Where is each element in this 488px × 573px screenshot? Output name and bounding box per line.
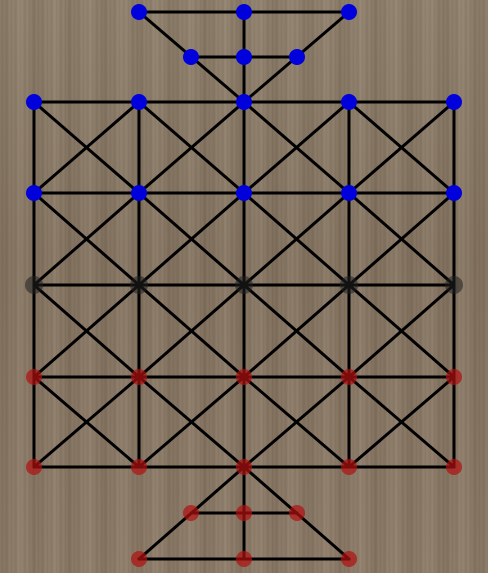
red-piece[interactable]: [341, 551, 357, 567]
red-piece[interactable]: [26, 459, 42, 475]
blue-piece[interactable]: [26, 94, 42, 110]
red-piece[interactable]: [131, 459, 147, 475]
blue-piece[interactable]: [131, 185, 147, 201]
blue-piece[interactable]: [236, 185, 252, 201]
blue-piece[interactable]: [446, 185, 462, 201]
red-piece[interactable]: [131, 369, 147, 385]
red-piece[interactable]: [341, 459, 357, 475]
empty-point[interactable]: [340, 276, 358, 294]
game-board: [0, 0, 488, 573]
red-piece[interactable]: [341, 369, 357, 385]
blue-piece[interactable]: [131, 4, 147, 20]
blue-piece[interactable]: [289, 49, 305, 65]
empty-point[interactable]: [445, 276, 463, 294]
red-piece[interactable]: [446, 369, 462, 385]
red-piece[interactable]: [446, 459, 462, 475]
red-piece[interactable]: [131, 551, 147, 567]
blue-piece[interactable]: [236, 49, 252, 65]
blue-piece[interactable]: [131, 94, 147, 110]
blue-piece[interactable]: [341, 94, 357, 110]
blue-piece[interactable]: [341, 4, 357, 20]
blue-piece[interactable]: [446, 94, 462, 110]
blue-piece[interactable]: [341, 185, 357, 201]
blue-piece[interactable]: [236, 4, 252, 20]
red-piece[interactable]: [236, 505, 252, 521]
red-piece[interactable]: [236, 459, 252, 475]
blue-piece[interactable]: [236, 94, 252, 110]
empty-point[interactable]: [25, 276, 43, 294]
empty-point[interactable]: [235, 276, 253, 294]
blue-piece[interactable]: [26, 185, 42, 201]
blue-piece[interactable]: [183, 49, 199, 65]
board-lines-and-pieces: [25, 4, 463, 567]
red-piece[interactable]: [26, 369, 42, 385]
red-piece[interactable]: [289, 505, 305, 521]
empty-point[interactable]: [130, 276, 148, 294]
red-piece[interactable]: [236, 369, 252, 385]
red-piece[interactable]: [183, 505, 199, 521]
red-piece[interactable]: [236, 551, 252, 567]
